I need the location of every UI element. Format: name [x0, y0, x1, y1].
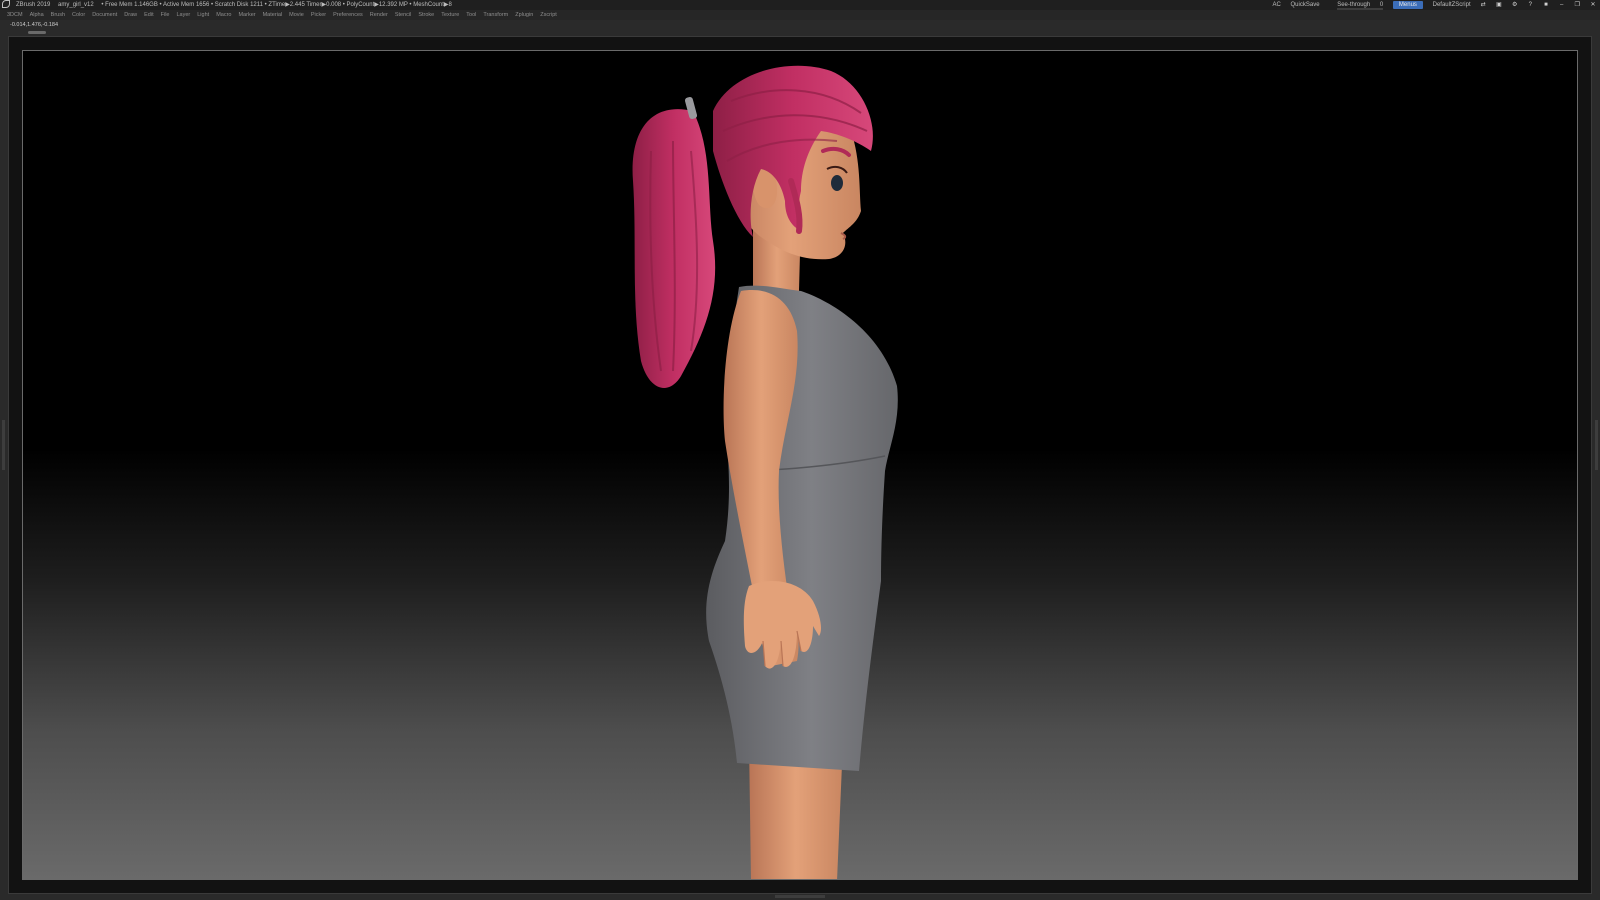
menu-item-layer[interactable]: Layer	[176, 10, 190, 20]
bottom-tray-handle[interactable]	[775, 895, 825, 898]
sculpt-model[interactable]	[23, 51, 1578, 880]
menu-item-stencil[interactable]: Stencil	[395, 10, 412, 20]
menu-item-zscript[interactable]: Zscript	[540, 10, 557, 20]
menu-item-brush[interactable]: Brush	[51, 10, 65, 20]
menu-item-macro[interactable]: Macro	[216, 10, 231, 20]
menu-item-preferences[interactable]: Preferences	[333, 10, 363, 20]
quicksave-button[interactable]: QuickSave	[1291, 2, 1320, 8]
menu-item-alpha[interactable]: Alpha	[30, 10, 44, 20]
menu-item-light[interactable]: Light	[197, 10, 209, 20]
menus-button[interactable]: Menus	[1392, 1, 1423, 9]
menu-item-transform[interactable]: Transform	[483, 10, 508, 20]
lock-icon[interactable]: ■	[1543, 0, 1549, 10]
menu-item-picker[interactable]: Picker	[311, 10, 326, 20]
zbrush-logo-icon	[2, 0, 10, 9]
menu-item-file[interactable]: File	[161, 10, 170, 20]
default-zscript-button[interactable]: DefaultZScript	[1433, 2, 1471, 8]
close-icon[interactable]: ✕	[1590, 0, 1596, 10]
memory-stats: • Free Mem 1.146GB • Active Mem 1656 • S…	[101, 2, 452, 8]
file-name: amy_girl_v12	[58, 2, 94, 8]
menu-item-marker[interactable]: Marker	[238, 10, 255, 20]
eye	[831, 175, 843, 191]
menu-item-material[interactable]: Material	[263, 10, 283, 20]
left-tray-handle[interactable]	[2, 420, 5, 470]
menu-item-zplugin[interactable]: Zplugin	[515, 10, 533, 20]
settings-icon[interactable]: ⚙	[1512, 0, 1518, 10]
menu-item-render[interactable]: Render	[370, 10, 388, 20]
swap-layout-icon[interactable]: ⇄	[1480, 0, 1486, 10]
cursor-coordinates: -0.014,1.476,-0.184	[10, 22, 59, 28]
menu-item-draw[interactable]: Draw	[124, 10, 137, 20]
coordinate-bar: -0.014,1.476,-0.184	[0, 20, 1600, 30]
see-through-slider[interactable]: See-through 0	[1329, 0, 1384, 10]
menu-item-texture[interactable]: Texture	[441, 10, 459, 20]
help-icon[interactable]: ?	[1527, 0, 1533, 10]
menu-bar: 3DCM Alpha Brush Color Document Draw Edit File L…	[0, 10, 1600, 20]
menu-item-stroke[interactable]: Stroke	[418, 10, 434, 20]
menu-item-movie[interactable]: Movie	[289, 10, 304, 20]
title-bar: ZBrush 2019 amy_girl_v12 • Free Mem 1.14…	[0, 0, 1600, 10]
document-canvas[interactable]	[22, 50, 1578, 880]
menu-item-3dcm[interactable]: 3DCM	[7, 10, 23, 20]
menu-item-document[interactable]: Document	[92, 10, 117, 20]
ac-button[interactable]: AC	[1273, 2, 1281, 8]
app-name: ZBrush 2019	[16, 2, 51, 8]
tray-slider-handle[interactable]	[28, 31, 46, 34]
menu-item-edit[interactable]: Edit	[144, 10, 153, 20]
minimize-icon[interactable]: –	[1559, 0, 1565, 10]
menu-item-tool[interactable]: Tool	[466, 10, 476, 20]
right-tray-handle[interactable]	[1595, 420, 1598, 470]
menu-item-color[interactable]: Color	[72, 10, 85, 20]
palette-icon[interactable]: ▣	[1496, 0, 1502, 10]
restore-icon[interactable]: ❐	[1574, 0, 1580, 10]
